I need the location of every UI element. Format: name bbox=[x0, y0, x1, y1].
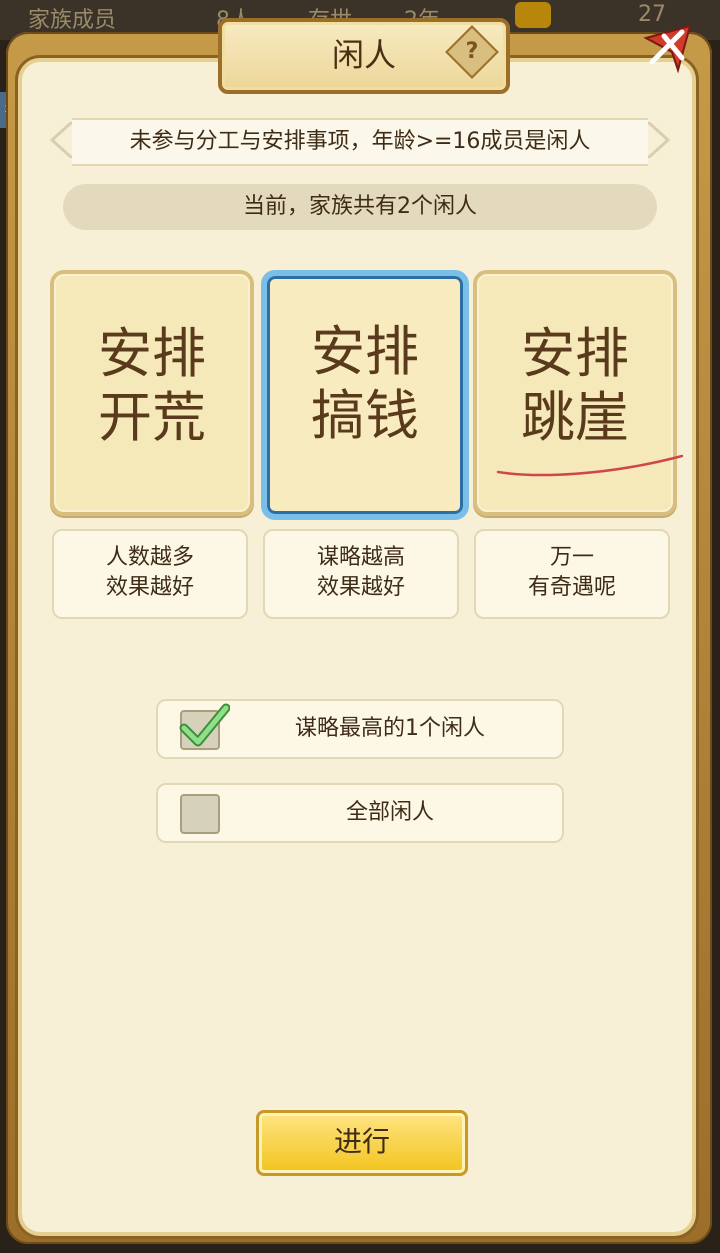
proceed-button[interactable]: 进行 bbox=[256, 1110, 468, 1176]
desc-line2: 有奇遇呢 bbox=[527, 575, 616, 600]
option-desc-cliff-jump: 万一 有奇遇呢 bbox=[474, 529, 670, 619]
option-title-line2: 搞钱 bbox=[311, 384, 419, 447]
choice-label: 全部闲人 bbox=[345, 800, 434, 825]
option-title-line1: 安排 bbox=[98, 322, 206, 385]
banner-right-ornament bbox=[648, 122, 671, 158]
dialog-panel bbox=[22, 62, 692, 1232]
option-desc-farming: 人数越多 效果越好 bbox=[52, 529, 248, 619]
option-title-line2: 跳崖 bbox=[521, 386, 629, 449]
option-card-make-money[interactable]: 安排 搞钱 bbox=[261, 270, 469, 520]
members-label: 家族成员 bbox=[28, 8, 117, 33]
close-icon[interactable] bbox=[638, 18, 698, 78]
option-title-line2: 开荒 bbox=[98, 386, 206, 449]
option-title-line1: 安排 bbox=[521, 322, 629, 385]
idle-definition-text: 未参与分工与安排事项，年龄>=16成员是闲人 bbox=[72, 118, 648, 166]
banner-left-ornament bbox=[49, 122, 72, 158]
idle-count-status: 当前，家族共有2个闲人 bbox=[63, 184, 657, 230]
gold-ingot-icon bbox=[515, 2, 551, 28]
option-desc-make-money: 谋略越高 效果越好 bbox=[263, 529, 459, 619]
choice-all-idle[interactable]: 全部闲人 bbox=[156, 783, 564, 843]
choice-label: 谋略最高的1个闲人 bbox=[295, 716, 485, 741]
desc-line1: 人数越多 bbox=[105, 545, 194, 570]
desc-line1: 谋略越高 bbox=[316, 545, 405, 570]
checkbox[interactable] bbox=[180, 794, 220, 834]
choice-top-strategy[interactable]: 谋略最高的1个闲人 bbox=[156, 699, 564, 759]
red-annotation-underline bbox=[496, 454, 684, 477]
option-title-line1: 安排 bbox=[311, 320, 419, 383]
desc-line2: 效果越好 bbox=[105, 575, 194, 600]
desc-line2: 效果越好 bbox=[316, 575, 405, 600]
checkbox[interactable] bbox=[179, 703, 230, 750]
desc-line1: 万一 bbox=[549, 545, 594, 570]
option-card-farming[interactable]: 安排 开荒 bbox=[50, 270, 254, 516]
